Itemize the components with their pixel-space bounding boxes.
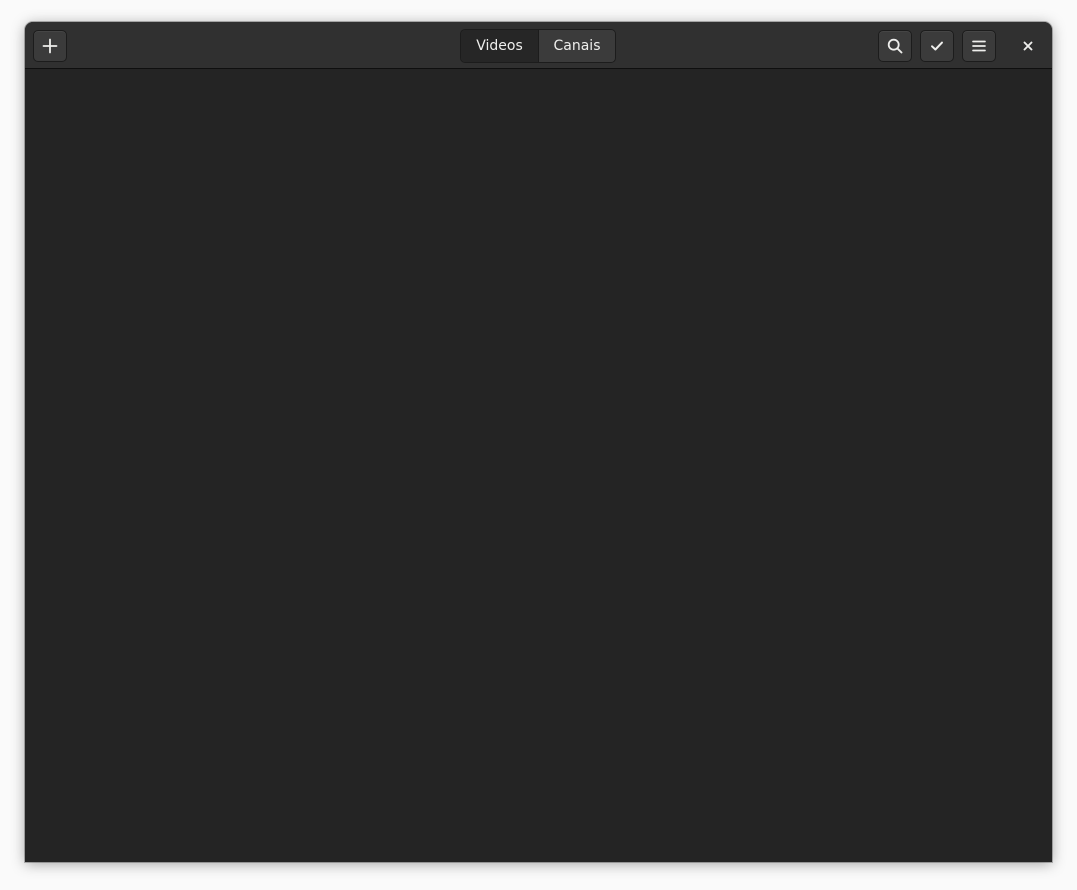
search-button[interactable] xyxy=(878,30,912,62)
tab-channels[interactable]: Canais xyxy=(539,30,615,62)
tab-videos-label: Videos xyxy=(476,38,523,54)
checkmark-icon xyxy=(929,38,945,54)
app-window: Videos Canais xyxy=(25,22,1052,862)
selection-mode-button[interactable] xyxy=(920,30,954,62)
close-icon xyxy=(1022,37,1034,56)
add-button[interactable] xyxy=(33,30,67,62)
header-bar: Videos Canais xyxy=(25,22,1052,69)
tab-videos[interactable]: Videos xyxy=(461,30,539,62)
search-icon xyxy=(887,38,903,54)
main-content-area xyxy=(25,69,1052,862)
hamburger-menu-icon xyxy=(971,38,987,54)
view-switcher: Videos Canais xyxy=(460,29,616,63)
plus-icon xyxy=(42,38,58,54)
main-menu-button[interactable] xyxy=(962,30,996,62)
window-close-button[interactable] xyxy=(1016,34,1040,58)
tab-channels-label: Canais xyxy=(553,38,601,54)
